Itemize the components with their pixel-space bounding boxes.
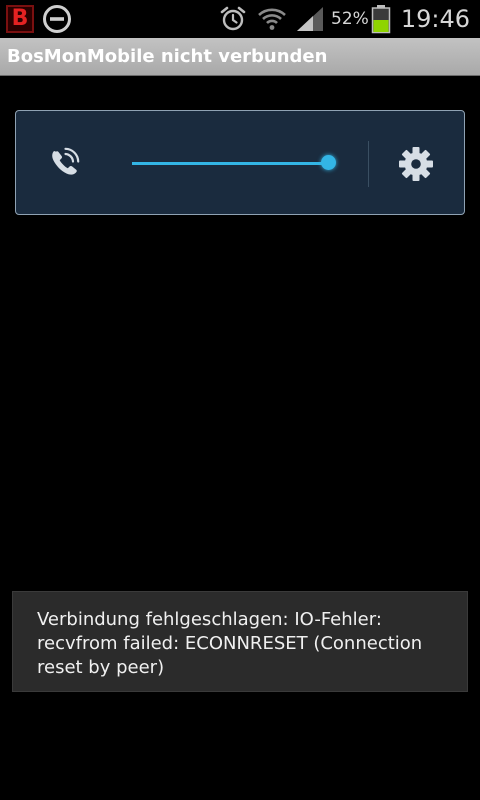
toast-message: Verbindung fehlgeschlagen: IO-Fehler: re… bbox=[37, 609, 423, 678]
signal-icon bbox=[297, 7, 324, 31]
clock: 19:46 bbox=[400, 5, 470, 33]
system-status-area: 52% 19:46 bbox=[219, 4, 470, 34]
slider-thumb[interactable] bbox=[321, 155, 336, 170]
control-panel bbox=[15, 110, 465, 215]
battery-icon bbox=[371, 5, 391, 34]
gear-icon[interactable] bbox=[397, 145, 435, 183]
phone-call-icon[interactable] bbox=[46, 145, 82, 181]
status-bar: B 52% 19:46 bbox=[0, 0, 480, 38]
title-bar: BosMonMobile nicht verbunden bbox=[0, 38, 480, 76]
wifi-icon bbox=[258, 8, 286, 30]
do-not-disturb-icon bbox=[43, 5, 71, 33]
battery-percentage: 52% bbox=[331, 9, 369, 29]
slider-fill bbox=[132, 162, 328, 165]
notification-area: B bbox=[6, 4, 72, 34]
toast-notification: Verbindung fehlgeschlagen: IO-Fehler: re… bbox=[12, 591, 468, 692]
panel-divider bbox=[368, 141, 369, 187]
alarm-icon bbox=[220, 6, 246, 31]
app-b-icon: B bbox=[6, 5, 34, 33]
volume-slider[interactable] bbox=[132, 152, 336, 174]
app-title: BosMonMobile nicht verbunden bbox=[7, 46, 328, 67]
